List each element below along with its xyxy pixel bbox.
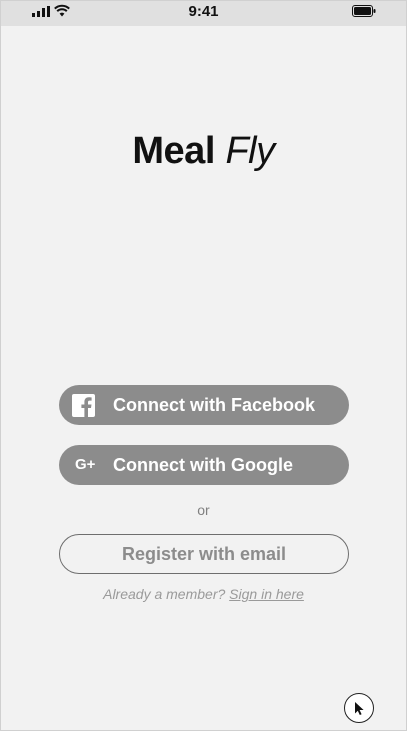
battery-icon bbox=[352, 5, 376, 17]
connect-facebook-button[interactable]: Connect with Facebook bbox=[59, 385, 349, 425]
app-screen: 9:41 Meal Fly Connect with Facebook G+ C… bbox=[0, 0, 407, 731]
logo-word-meal: Meal bbox=[132, 130, 215, 172]
connect-google-label: Connect with Google bbox=[113, 455, 293, 475]
already-member-text: Already a member? bbox=[103, 586, 226, 602]
logo-word-fly: Fly bbox=[225, 130, 275, 172]
connect-facebook-label: Connect with Facebook bbox=[113, 395, 316, 415]
mouse-pointer-icon bbox=[344, 693, 374, 723]
register-email-label: Register with email bbox=[121, 544, 287, 564]
cursor-arrow-icon bbox=[355, 702, 364, 715]
or-separator: or bbox=[197, 502, 210, 518]
already-member-line: Already a member? Sign in here bbox=[1, 585, 406, 603]
facebook-icon bbox=[72, 394, 95, 417]
register-email-button[interactable]: Register with email bbox=[59, 534, 349, 574]
google-plus-icon: G+ bbox=[75, 456, 96, 473]
connect-google-button[interactable]: G+ Connect with Google bbox=[59, 445, 349, 485]
app-logo: Meal Fly bbox=[1, 127, 406, 175]
status-bar: 9:41 bbox=[1, 1, 406, 26]
sign-in-link[interactable]: Sign in here bbox=[229, 586, 304, 602]
status-time: 9:41 bbox=[188, 3, 219, 20]
